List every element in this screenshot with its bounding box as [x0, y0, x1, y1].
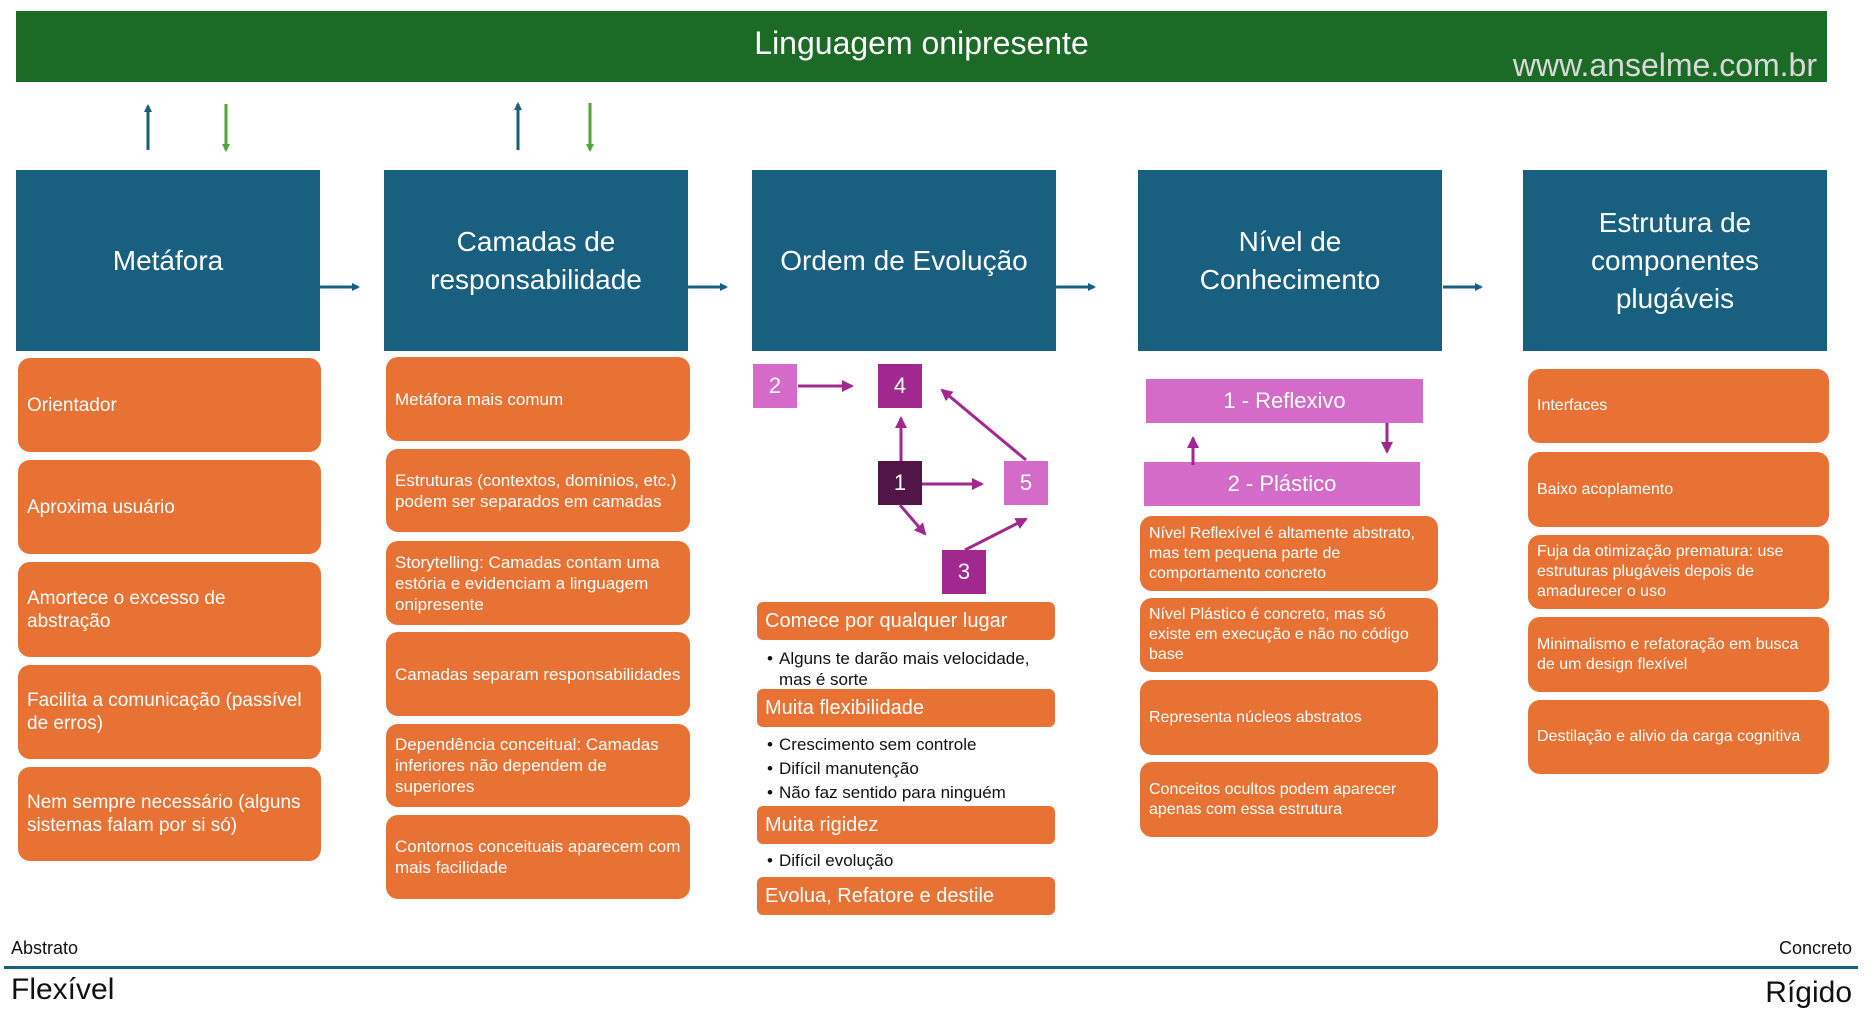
card: Camadas separam responsabilidades: [386, 632, 690, 716]
column-header-camadas: Camadas de responsabilidade: [384, 170, 688, 351]
evolution-arrow-icon: [940, 388, 1027, 462]
card: Estruturas (contextos, domínios, etc.) p…: [386, 449, 690, 532]
level-plastico: 2 - Plástico: [1144, 462, 1420, 506]
card: Orientador: [18, 358, 321, 452]
axis-label-concreto: Concreto: [1778, 938, 1852, 958]
axis-label-abstrato: Abstrato: [11, 938, 79, 958]
column-header-nivel-conhecimento: Nível de Conhecimento: [1138, 170, 1442, 351]
level-reflexivo: 1 - Reflexivo: [1146, 379, 1423, 423]
card: Destilação e alivio da carga cognitiva: [1528, 700, 1829, 774]
site-url: www.anselme.com.br: [1512, 47, 1817, 83]
evolution-node-3: 3: [942, 550, 986, 594]
card: Interfaces: [1528, 369, 1829, 443]
section-heading: Evolua, Refatore e destile: [757, 877, 1055, 915]
column-header-componentes-plugaveis: Estrutura de componentes plugáveis: [1523, 170, 1827, 351]
ubiquitous-language-banner: Linguagem onipresente www.anselme.com.br: [16, 11, 1827, 83]
evolution-arrow-icon: [898, 504, 927, 536]
bullet-item: Não faz sentido para ninguém: [765, 782, 1055, 803]
card: Baixo acoplamento: [1528, 452, 1829, 527]
section-heading: Comece por qualquer lugar: [757, 602, 1055, 640]
evolution-node-4: 4: [878, 364, 922, 408]
evolution-node-5: 5: [1004, 461, 1048, 505]
card: Minimalismo e refatoração em busca de um…: [1528, 617, 1829, 692]
card: Nem sempre necessário (alguns sistemas f…: [18, 767, 321, 861]
card: Representa núcleos abstratos: [1140, 680, 1438, 755]
bullet-item: Alguns te darão mais velocidade, mas é s…: [765, 648, 1055, 690]
bullet-item: Crescimento sem controle: [765, 734, 1055, 755]
bullet-item: Difícil evolução: [765, 850, 1055, 871]
card: Fuja da otimização prematura: use estrut…: [1528, 535, 1829, 609]
column-header-metafora: Metáfora: [16, 170, 320, 351]
section-heading: Muita flexibilidade: [757, 689, 1055, 727]
evolution-arrow-icon: [964, 517, 1028, 552]
card: Facilita a comunicação (passível de erro…: [18, 665, 321, 759]
card: Aproxima usuário: [18, 460, 321, 554]
bullet-item: Difícil manutenção: [765, 758, 1055, 779]
card: Metáfora mais comum: [386, 357, 690, 441]
column-header-ordem-evolucao: Ordem de Evolução: [752, 170, 1056, 351]
card: Conceitos ocultos podem aparecer apenas …: [1140, 762, 1438, 837]
evolution-node-1: 1: [878, 461, 922, 505]
axis-label-flexivel: Flexível: [11, 973, 115, 1006]
evolution-node-2: 2: [753, 364, 797, 408]
axis-label-rigido: Rígido: [1765, 976, 1852, 1009]
card: Contornos conceituais aparecem com mais …: [386, 815, 690, 899]
card: Storytelling: Camadas contam uma estória…: [386, 541, 690, 625]
section-heading: Muita rigidez: [757, 806, 1055, 844]
card: Amortece o excesso de abstração: [18, 562, 321, 657]
card: Dependência conceitual: Camadas inferior…: [386, 724, 690, 807]
abstraction-axis-line: [4, 966, 1858, 969]
card: Nível Plástico é concreto, mas só existe…: [1140, 598, 1438, 672]
card: Nível Reflexível é altamente abstrato, m…: [1140, 516, 1438, 591]
